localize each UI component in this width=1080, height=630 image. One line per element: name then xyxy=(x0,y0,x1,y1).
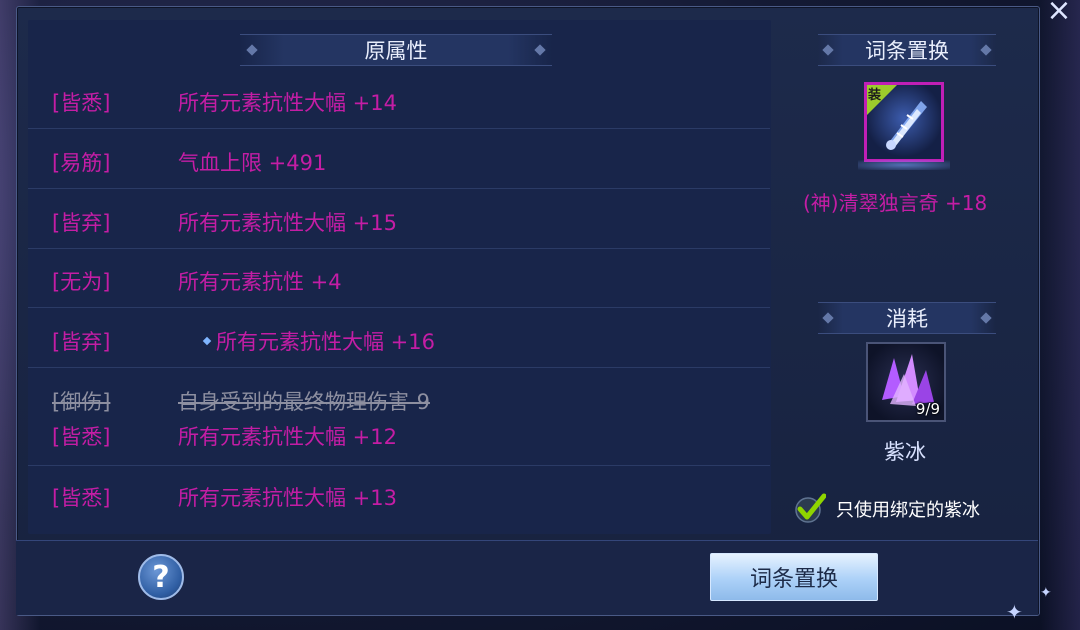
consumable-name: 紫冰 xyxy=(884,440,926,464)
attribute-tag: [皆弃] xyxy=(52,330,111,354)
bind-only-checkbox[interactable] xyxy=(794,492,827,523)
attribute-tag: [无为] xyxy=(52,270,111,294)
checkmark-icon xyxy=(795,493,827,523)
original-attributes-title: 原属性 xyxy=(240,34,552,66)
marker-diamond-icon xyxy=(202,336,212,346)
background-right-decoration xyxy=(1040,0,1080,630)
replace-title: 词条置换 xyxy=(818,34,996,66)
consumable-count: 9/9 xyxy=(915,400,940,418)
attribute-tag: [皆悉] xyxy=(52,486,111,510)
title-diamond-right-icon xyxy=(980,312,992,324)
bind-only-label: 只使用绑定的紫冰 xyxy=(836,500,980,521)
attribute-row: [皆悉] 所有元素抗性大幅 +13 xyxy=(28,465,770,523)
question-icon: ? xyxy=(152,560,170,595)
attribute-tag: [皆弃] xyxy=(52,211,111,235)
attribute-tag: [皆悉] xyxy=(52,91,111,115)
attribute-value: 所有元素抗性 +4 xyxy=(178,270,342,294)
equipment-slot[interactable]: 装 xyxy=(864,82,944,162)
consumable-slot[interactable]: 9/9 xyxy=(866,342,946,422)
original-attributes-title-text: 原属性 xyxy=(364,39,428,63)
title-diamond-right-icon xyxy=(980,44,992,56)
attribute-row: [皆弃] 所有元素抗性大幅 +16 xyxy=(28,309,770,368)
title-diamond-left-icon xyxy=(822,44,834,56)
title-diamond-left-icon xyxy=(246,44,258,56)
replace-attribute-button-label: 词条置换 xyxy=(749,567,838,592)
attribute-value: 气血上限 +491 xyxy=(178,151,327,175)
consume-title-text: 消耗 xyxy=(886,307,928,331)
equipment-badge-text: 装 xyxy=(868,88,882,103)
sparkle-icon: ✦ xyxy=(1040,585,1052,601)
attribute-tag: [皆悉] xyxy=(52,425,111,449)
help-button[interactable]: ? xyxy=(138,554,184,600)
replace-title-text: 词条置换 xyxy=(865,39,949,63)
attribute-value: 所有元素抗性大幅 +12 xyxy=(178,425,397,449)
title-diamond-left-icon xyxy=(822,312,834,324)
close-button[interactable]: × xyxy=(1044,0,1074,26)
attribute-value: 所有元素抗性大幅 +13 xyxy=(178,486,397,510)
consume-title: 消耗 xyxy=(818,302,996,334)
attribute-row: [皆弃] 所有元素抗性大幅 +15 xyxy=(28,190,770,249)
title-diamond-right-icon xyxy=(534,44,546,56)
attribute-row: [皆悉] 所有元素抗性大幅 +14 xyxy=(28,70,770,129)
attribute-row: [易筋] 气血上限 +491 xyxy=(28,130,770,189)
attribute-tag: [易筋] xyxy=(52,151,111,175)
attribute-row-new: [皆悉] 所有元素抗性大幅 +12 xyxy=(28,405,770,449)
replace-attribute-button[interactable]: 词条置换 xyxy=(710,553,878,601)
sparkle-icon: ✦ xyxy=(1006,600,1023,624)
attribute-row: [无为] 所有元素抗性 +4 xyxy=(28,249,770,308)
attribute-value: 所有元素抗性大幅 +16 xyxy=(216,330,435,354)
equipment-name: (神)清翠独言奇 +18 xyxy=(803,191,988,215)
attribute-value: 所有元素抗性大幅 +14 xyxy=(178,91,397,115)
equipment-pedestal-glow xyxy=(858,160,950,170)
attribute-value: 所有元素抗性大幅 +15 xyxy=(178,211,397,235)
close-icon: × xyxy=(1046,0,1072,28)
attribute-value-marked: 所有元素抗性大幅 +16 xyxy=(202,326,435,356)
